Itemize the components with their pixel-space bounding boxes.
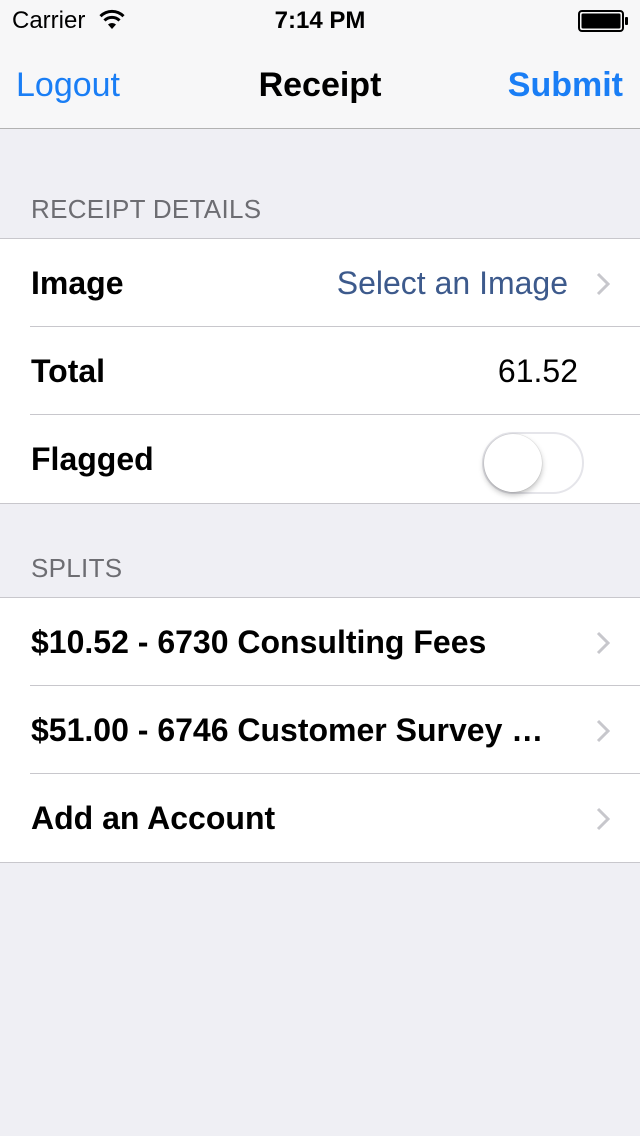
section-header-receipt-details: RECEIPT DETAILS [31,194,262,224]
add-account-label: Add an Account [31,800,276,836]
chevron-right-icon [596,631,610,655]
battery-icon [578,10,628,32]
receipt-screen: Carrier 7:14 PM Logout Receipt Submit RE… [0,0,640,1136]
total-value[interactable]: 61.52 [498,353,578,389]
toggle-knob [484,434,542,492]
chevron-right-icon [596,719,610,743]
flagged-label: Flagged [31,441,154,477]
splits-group: $10.52 - 6730 Consulting Fees $51.00 - 6… [0,597,640,863]
status-time: 7:14 PM [274,7,366,34]
chevron-right-icon [596,272,610,296]
navigation-bar: Logout Receipt Submit [0,40,640,129]
total-row[interactable]: Total 61.52 [0,326,640,415]
add-account-row[interactable]: Add an Account [0,773,640,862]
image-value: Select an Image [336,265,568,301]
split-row[interactable]: $10.52 - 6730 Consulting Fees [0,598,640,686]
receipt-details-group: Image Select an Image Total 61.52 Flagge… [0,238,640,504]
split-label: $10.52 - 6730 Consulting Fees [31,624,487,660]
image-label: Image [31,265,124,301]
chevron-right-icon [596,807,610,831]
submit-button[interactable]: Submit [508,66,623,104]
split-row[interactable]: $51.00 - 6746 Customer Survey Expenses [0,685,640,774]
image-row[interactable]: Image Select an Image [0,239,640,327]
flagged-row: Flagged [0,414,640,503]
section-header-splits: SPLITS [31,553,123,583]
flagged-toggle[interactable] [482,432,584,494]
total-label: Total [31,353,106,389]
status-bar: Carrier 7:14 PM [0,0,640,40]
split-label: $51.00 - 6746 Customer Survey Expenses [31,712,561,748]
